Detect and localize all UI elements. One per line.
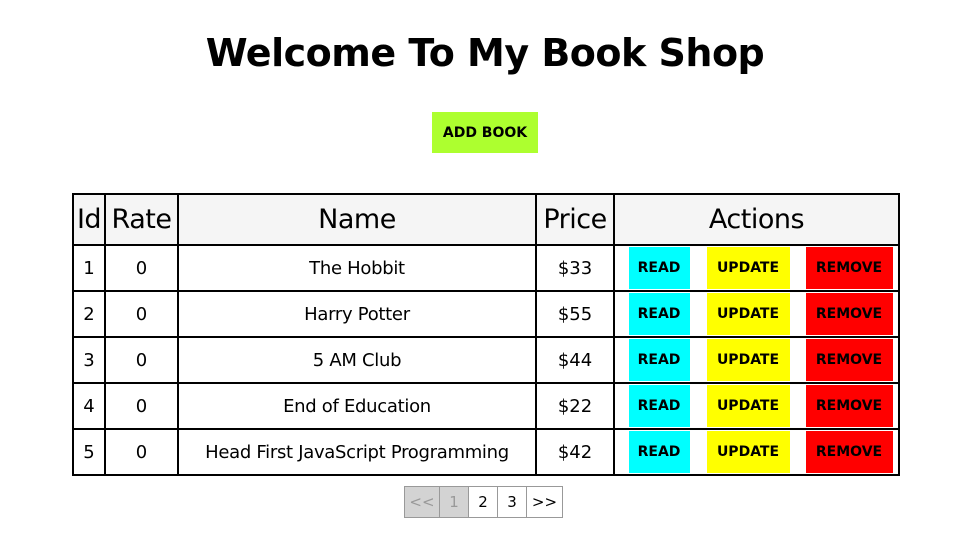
read-button[interactable]: READ bbox=[628, 247, 690, 289]
read-button[interactable]: READ bbox=[628, 339, 690, 381]
remove-button[interactable]: REMOVE bbox=[805, 431, 893, 473]
pagination: << 1 2 3 >> bbox=[404, 486, 563, 518]
book-id: 1 bbox=[72, 244, 106, 292]
book-name: The Hobbit bbox=[177, 244, 537, 292]
book-rate: 0 bbox=[104, 244, 179, 292]
remove-button[interactable]: REMOVE bbox=[805, 339, 893, 381]
table-row: 4 0 End of Education $22 READ UPDATE REMOV… bbox=[72, 382, 900, 430]
table-row: 2 0 Harry Potter $55 READ UPDATE REMOVE bbox=[72, 290, 900, 338]
update-button[interactable]: UPDATE bbox=[706, 385, 790, 427]
update-button[interactable]: UPDATE bbox=[706, 431, 790, 473]
book-id: 2 bbox=[72, 290, 106, 338]
book-rate: 0 bbox=[104, 382, 179, 430]
update-button[interactable]: UPDATE bbox=[706, 339, 790, 381]
book-actions: READ UPDATE REMOVE bbox=[613, 428, 900, 476]
book-id: 4 bbox=[72, 382, 106, 430]
book-price: $44 bbox=[535, 336, 615, 384]
table-row: 5 0 Head First JavaScript Programming $4… bbox=[72, 428, 900, 476]
book-actions: READ UPDATE REMOVE bbox=[613, 290, 900, 338]
update-button[interactable]: UPDATE bbox=[706, 247, 790, 289]
remove-button[interactable]: REMOVE bbox=[805, 385, 893, 427]
read-button[interactable]: READ bbox=[628, 293, 690, 335]
pagination-next-button[interactable]: >> bbox=[526, 486, 563, 518]
book-actions: READ UPDATE REMOVE bbox=[613, 244, 900, 292]
book-price: $33 bbox=[535, 244, 615, 292]
book-name: End of Education bbox=[177, 382, 537, 430]
table-row: 3 0 5 AM Club $44 READ UPDATE REMOVE bbox=[72, 336, 900, 384]
book-price: $55 bbox=[535, 290, 615, 338]
book-price: $42 bbox=[535, 428, 615, 476]
add-book-button[interactable]: ADD BOOK bbox=[432, 112, 538, 153]
update-button[interactable]: UPDATE bbox=[706, 293, 790, 335]
book-name: Harry Potter bbox=[177, 290, 537, 338]
book-price: $22 bbox=[535, 382, 615, 430]
table-header-row: Id Rate Name Price Actions bbox=[72, 193, 900, 246]
column-header-id: Id bbox=[72, 193, 106, 246]
book-shop-page: Welcome To My Book Shop ADD BOOK Id Rate… bbox=[0, 0, 956, 547]
column-header-name: Name bbox=[177, 193, 537, 246]
book-rate: 0 bbox=[104, 336, 179, 384]
book-id: 5 bbox=[72, 428, 106, 476]
books-table: Id Rate Name Price Actions 1 0 The Hobbi… bbox=[72, 193, 900, 476]
remove-button[interactable]: REMOVE bbox=[805, 293, 893, 335]
pagination-first-button[interactable]: << bbox=[404, 486, 440, 518]
read-button[interactable]: READ bbox=[628, 431, 690, 473]
page-title: Welcome To My Book Shop bbox=[205, 31, 765, 75]
book-name: Head First JavaScript Programming bbox=[177, 428, 537, 476]
book-id: 3 bbox=[72, 336, 106, 384]
book-rate: 0 bbox=[104, 428, 179, 476]
remove-button[interactable]: REMOVE bbox=[805, 247, 893, 289]
column-header-actions: Actions bbox=[613, 193, 900, 246]
pagination-page-2[interactable]: 2 bbox=[468, 486, 498, 518]
book-rate: 0 bbox=[104, 290, 179, 338]
pagination-page-1[interactable]: 1 bbox=[439, 486, 469, 518]
book-actions: READ UPDATE REMOVE bbox=[613, 382, 900, 430]
table-row: 1 0 The Hobbit $33 READ UPDATE REMOVE bbox=[72, 244, 900, 292]
read-button[interactable]: READ bbox=[628, 385, 690, 427]
book-actions: READ UPDATE REMOVE bbox=[613, 336, 900, 384]
pagination-page-3[interactable]: 3 bbox=[497, 486, 527, 518]
column-header-rate: Rate bbox=[104, 193, 179, 246]
book-name: 5 AM Club bbox=[177, 336, 537, 384]
column-header-price: Price bbox=[535, 193, 615, 246]
